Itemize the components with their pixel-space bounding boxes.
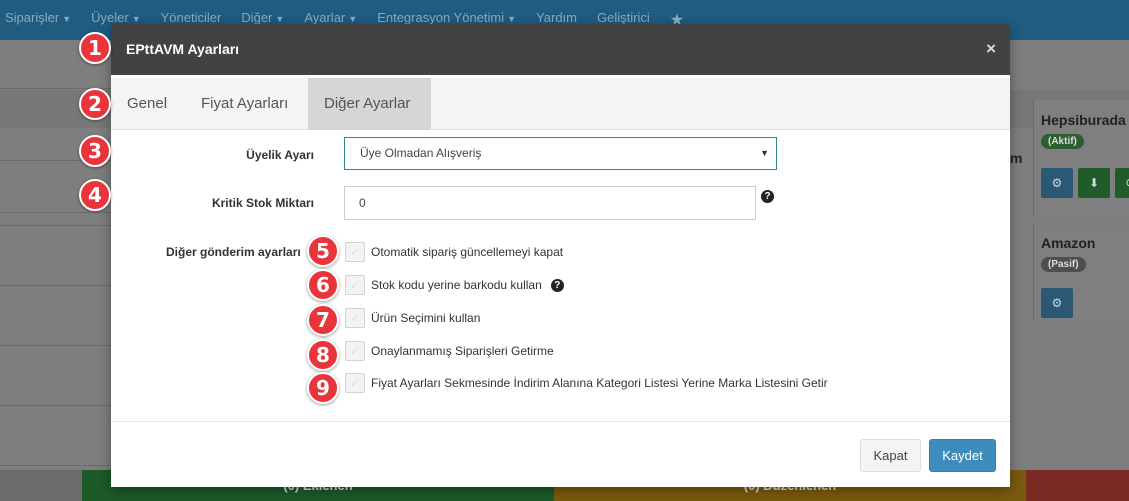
step-marker-4: 4 [79,179,111,211]
checkbox-label: Stok kodu yerine barkodu kullan [371,278,542,292]
step-marker-3: 3 [79,135,111,167]
settings-modal: EPttAVM Ayarları × Genel Fiyat Ayarları … [111,24,1010,487]
bg-card-title: Amazon [1041,235,1096,251]
help-icon[interactable]: ? [761,190,774,203]
checkbox-row: ✓ Fiyat Ayarları Sekmesinde İndirim Alan… [345,373,828,393]
save-button[interactable]: Kaydet [929,439,996,472]
checkbox-auto-order-update[interactable]: ✓ [345,242,365,262]
modal-title: EPttAVM Ayarları [126,41,240,57]
topnav-siparisler[interactable]: Siparişler ▼ [5,10,71,30]
bg-status-badge: (Pasif) [1041,257,1086,272]
refresh-icon[interactable]: ⟳ [1115,168,1129,198]
bg-status-badge: (Aktif) [1041,134,1084,149]
bg-card-title: Hepsiburada [1041,112,1126,128]
download-icon[interactable]: ⬇ [1078,168,1110,198]
bottom-bar-right [1026,470,1129,501]
gear-icon[interactable]: ⚙ [1041,288,1073,318]
membership-select[interactable]: Üye Olmadan Alışveriş ▼ [344,137,777,170]
step-marker-2: 2 [79,88,111,120]
step-marker-6: 6 [307,269,339,301]
checkbox-row: ✓ Ürün Seçimini kullan [345,308,480,328]
tab-fiyat-ayarlari[interactable]: Fiyat Ayarları [185,78,304,130]
tab-genel[interactable]: Genel [111,78,183,130]
checkbox-brand-list[interactable]: ✓ [345,373,365,393]
step-marker-8: 8 [307,339,339,371]
checkbox-label: Otomatik sipariş güncellemeyi kapat [371,245,564,259]
step-marker-9: 9 [307,372,339,404]
bg-card-hepsiburada: Hepsiburada (Aktif) ⚙ ⬇ ⟳ [1033,100,1129,216]
modal-footer: Kapat Kaydet [111,421,1010,487]
background-partial-text: m [1010,150,1023,166]
checkbox-label: Onaylanmamış Siparişleri Getirme [371,344,554,358]
checkbox-unapproved-orders[interactable]: ✓ [345,341,365,361]
tab-diger-ayarlar[interactable]: Diğer Ayarlar [308,78,431,130]
checkbox-label: Ürün Seçimini kullan [371,311,481,325]
other-settings-label: Diğer gönderim ayarları [166,245,301,259]
checkbox-row: ✓ Otomatik sipariş güncellemeyi kapat [345,242,563,262]
tab-bar: Genel Fiyat Ayarları Diğer Ayarlar [111,78,1010,130]
checkbox-label: Fiyat Ayarları Sekmesinde İndirim Alanın… [371,376,828,390]
close-button[interactable]: Kapat [860,439,921,472]
step-marker-1: 1 [79,32,111,64]
checkbox-product-selection[interactable]: ✓ [345,308,365,328]
checkbox-row: ✓ Stok kodu yerine barkodu kullan ? [345,275,564,295]
chevron-down-icon: ▼ [760,148,769,158]
step-marker-7: 7 [307,304,339,336]
checkbox-row: ✓ Onaylanmamış Siparişleri Getirme [345,341,554,361]
close-icon[interactable]: × [986,39,996,59]
bg-card-amazon: Amazon (Pasif) ⚙ [1033,225,1129,320]
checkbox-use-barcode[interactable]: ✓ [345,275,365,295]
critical-stock-input[interactable] [344,186,756,220]
help-icon[interactable]: ? [550,278,564,292]
modal-header: EPttAVM Ayarları × [111,24,1010,75]
membership-selected-value: Üye Olmadan Alışveriş [360,146,482,160]
critical-stock-label: Kritik Stok Miktarı [211,196,314,210]
bottom-bar-left [0,470,82,501]
membership-label: Üyelik Ayarı [246,148,314,162]
gear-icon[interactable]: ⚙ [1041,168,1073,198]
step-marker-5: 5 [307,235,339,267]
